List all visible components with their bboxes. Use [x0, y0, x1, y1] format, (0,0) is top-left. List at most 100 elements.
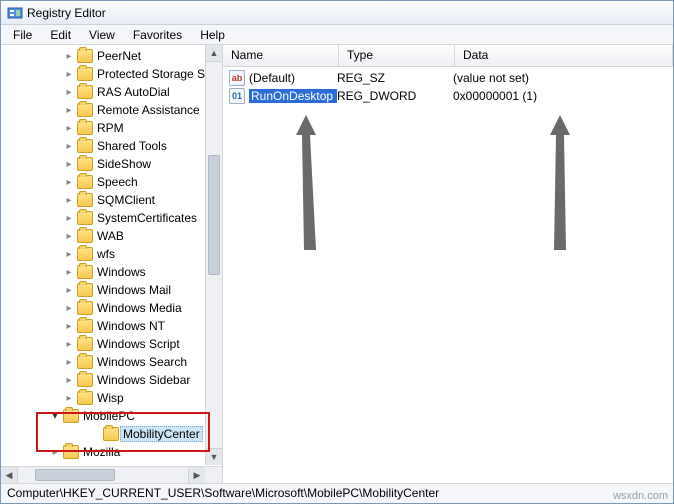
chevron-right-icon[interactable]	[63, 320, 75, 332]
folder-icon	[77, 337, 93, 351]
folder-icon	[103, 427, 119, 441]
tree-item[interactable]: Wisp	[1, 389, 222, 407]
watermark: wsxdn.com	[613, 490, 668, 502]
scroll-down-button[interactable]: ▼	[206, 448, 222, 465]
chevron-right-icon[interactable]	[63, 194, 75, 206]
tree-item[interactable]: Windows Media	[1, 299, 222, 317]
tree-label: Remote Assistance	[97, 103, 200, 117]
scroll-up-button[interactable]: ▲	[206, 45, 222, 62]
chevron-right-icon[interactable]	[63, 248, 75, 260]
chevron-right-icon[interactable]	[63, 158, 75, 170]
value-row[interactable]: 01RunOnDesktopREG_DWORD0x00000001 (1)	[223, 87, 673, 105]
tree-item[interactable]: Speech	[1, 173, 222, 191]
tree-pane: PeerNet Protected Storage SRAS AutoDial Re…	[1, 45, 223, 483]
value-name: (Default)	[249, 71, 337, 85]
col-data[interactable]: Data	[455, 45, 673, 66]
chevron-right-icon[interactable]	[63, 50, 75, 62]
chevron-right-icon[interactable]	[63, 356, 75, 368]
tree-label: MobilityCenter	[120, 426, 203, 442]
chevron-right-icon[interactable]	[63, 338, 75, 350]
col-type[interactable]: Type	[339, 45, 455, 66]
chevron-right-icon[interactable]	[63, 374, 75, 386]
chevron-right-icon[interactable]	[49, 446, 61, 458]
chevron-right-icon[interactable]	[63, 140, 75, 152]
window-title: Registry Editor	[27, 6, 106, 20]
tree-item[interactable]: Windows Mail	[1, 281, 222, 299]
scroll-right-button[interactable]: ▶	[188, 467, 205, 483]
menu-help[interactable]: Help	[192, 27, 233, 43]
tree-item[interactable]: SystemCertificates	[1, 209, 222, 227]
tree-item[interactable]: Windows NT	[1, 317, 222, 335]
titlebar[interactable]: Registry Editor	[1, 1, 673, 25]
tree-item[interactable]: Remote Assistance	[1, 101, 222, 119]
tree-item[interactable]: Windows Sidebar	[1, 371, 222, 389]
folder-icon	[63, 445, 79, 459]
folder-icon	[77, 121, 93, 135]
tree-label: Shared Tools	[97, 139, 167, 153]
chevron-right-icon[interactable]	[63, 68, 75, 80]
tree-item[interactable]: SideShow	[1, 155, 222, 173]
col-name[interactable]: Name	[223, 45, 339, 66]
tree-item[interactable]: SQMClient	[1, 191, 222, 209]
chevron-down-icon[interactable]	[49, 410, 61, 422]
tree-label: MobilePC	[83, 409, 135, 423]
menu-file[interactable]: File	[5, 27, 40, 43]
tree-item[interactable]: PeerNet	[1, 47, 222, 65]
chevron-right-icon[interactable]	[63, 212, 75, 224]
tree-label: Windows Search	[97, 355, 187, 369]
tree-label: Speech	[97, 175, 138, 189]
tree-label: Windows Sidebar	[97, 373, 190, 387]
tree-item[interactable]: Windows	[1, 263, 222, 281]
tree-item[interactable]: wfs	[1, 245, 222, 263]
chevron-right-icon[interactable]	[63, 230, 75, 242]
tree-item[interactable]: Shared Tools	[1, 137, 222, 155]
chevron-right-icon[interactable]	[63, 122, 75, 134]
folder-icon	[77, 49, 93, 63]
folder-icon	[77, 157, 93, 171]
tree-scrollbar-vertical[interactable]: ▲ ▼	[205, 45, 222, 465]
scroll-left-button[interactable]: ◀	[1, 467, 18, 483]
tree-item[interactable]: Mozilla	[1, 443, 222, 461]
value-type: REG_DWORD	[337, 89, 453, 103]
chevron-right-icon[interactable]	[63, 266, 75, 278]
scroll-thumb-h[interactable]	[35, 469, 115, 481]
chevron-right-icon[interactable]	[63, 176, 75, 188]
tree-item[interactable]: RAS AutoDial	[1, 83, 222, 101]
menu-edit[interactable]: Edit	[42, 27, 79, 43]
scroll-thumb[interactable]	[208, 155, 220, 275]
chevron-right-icon[interactable]	[63, 392, 75, 404]
tree-label: PeerNet	[97, 49, 141, 63]
tree-item[interactable]: Windows Search	[1, 353, 222, 371]
chevron-right-icon[interactable]	[63, 86, 75, 98]
string-value-icon: ab	[229, 70, 245, 86]
client-area: PeerNet Protected Storage SRAS AutoDial Re…	[1, 45, 673, 483]
tree-item[interactable]: Windows Script	[1, 335, 222, 353]
column-headers: Name Type Data	[223, 45, 673, 67]
value-row[interactable]: ab(Default)REG_SZ(value not set)	[223, 69, 673, 87]
spacer-icon[interactable]	[89, 428, 101, 440]
tree-scrollbar-horizontal[interactable]: ◀ ▶	[1, 466, 222, 483]
tree-label: Windows Mail	[97, 283, 171, 297]
tree-item[interactable]: RPM	[1, 119, 222, 137]
folder-icon	[77, 67, 93, 81]
chevron-right-icon[interactable]	[63, 284, 75, 296]
registry-editor-window: Registry Editor File Edit View Favorites…	[0, 0, 674, 504]
tree-label: Windows NT	[97, 319, 165, 333]
tree-label: WAB	[97, 229, 124, 243]
tree-item[interactable]: Protected Storage S	[1, 65, 222, 83]
folder-icon	[77, 355, 93, 369]
tree-item[interactable]: WAB	[1, 227, 222, 245]
folder-icon	[77, 229, 93, 243]
tree-item[interactable]: MobilePC	[1, 407, 222, 425]
folder-icon	[63, 409, 79, 423]
tree-label: RPM	[97, 121, 124, 135]
chevron-right-icon[interactable]	[63, 104, 75, 116]
tree-item[interactable]: MobilityCenter	[1, 425, 222, 443]
chevron-right-icon[interactable]	[63, 302, 75, 314]
menu-view[interactable]: View	[81, 27, 123, 43]
tree-label: SystemCertificates	[97, 211, 197, 225]
folder-icon	[77, 139, 93, 153]
tree-label: SideShow	[97, 157, 151, 171]
menu-favorites[interactable]: Favorites	[125, 27, 190, 43]
statusbar: Computer\HKEY_CURRENT_USER\Software\Micr…	[1, 483, 673, 503]
